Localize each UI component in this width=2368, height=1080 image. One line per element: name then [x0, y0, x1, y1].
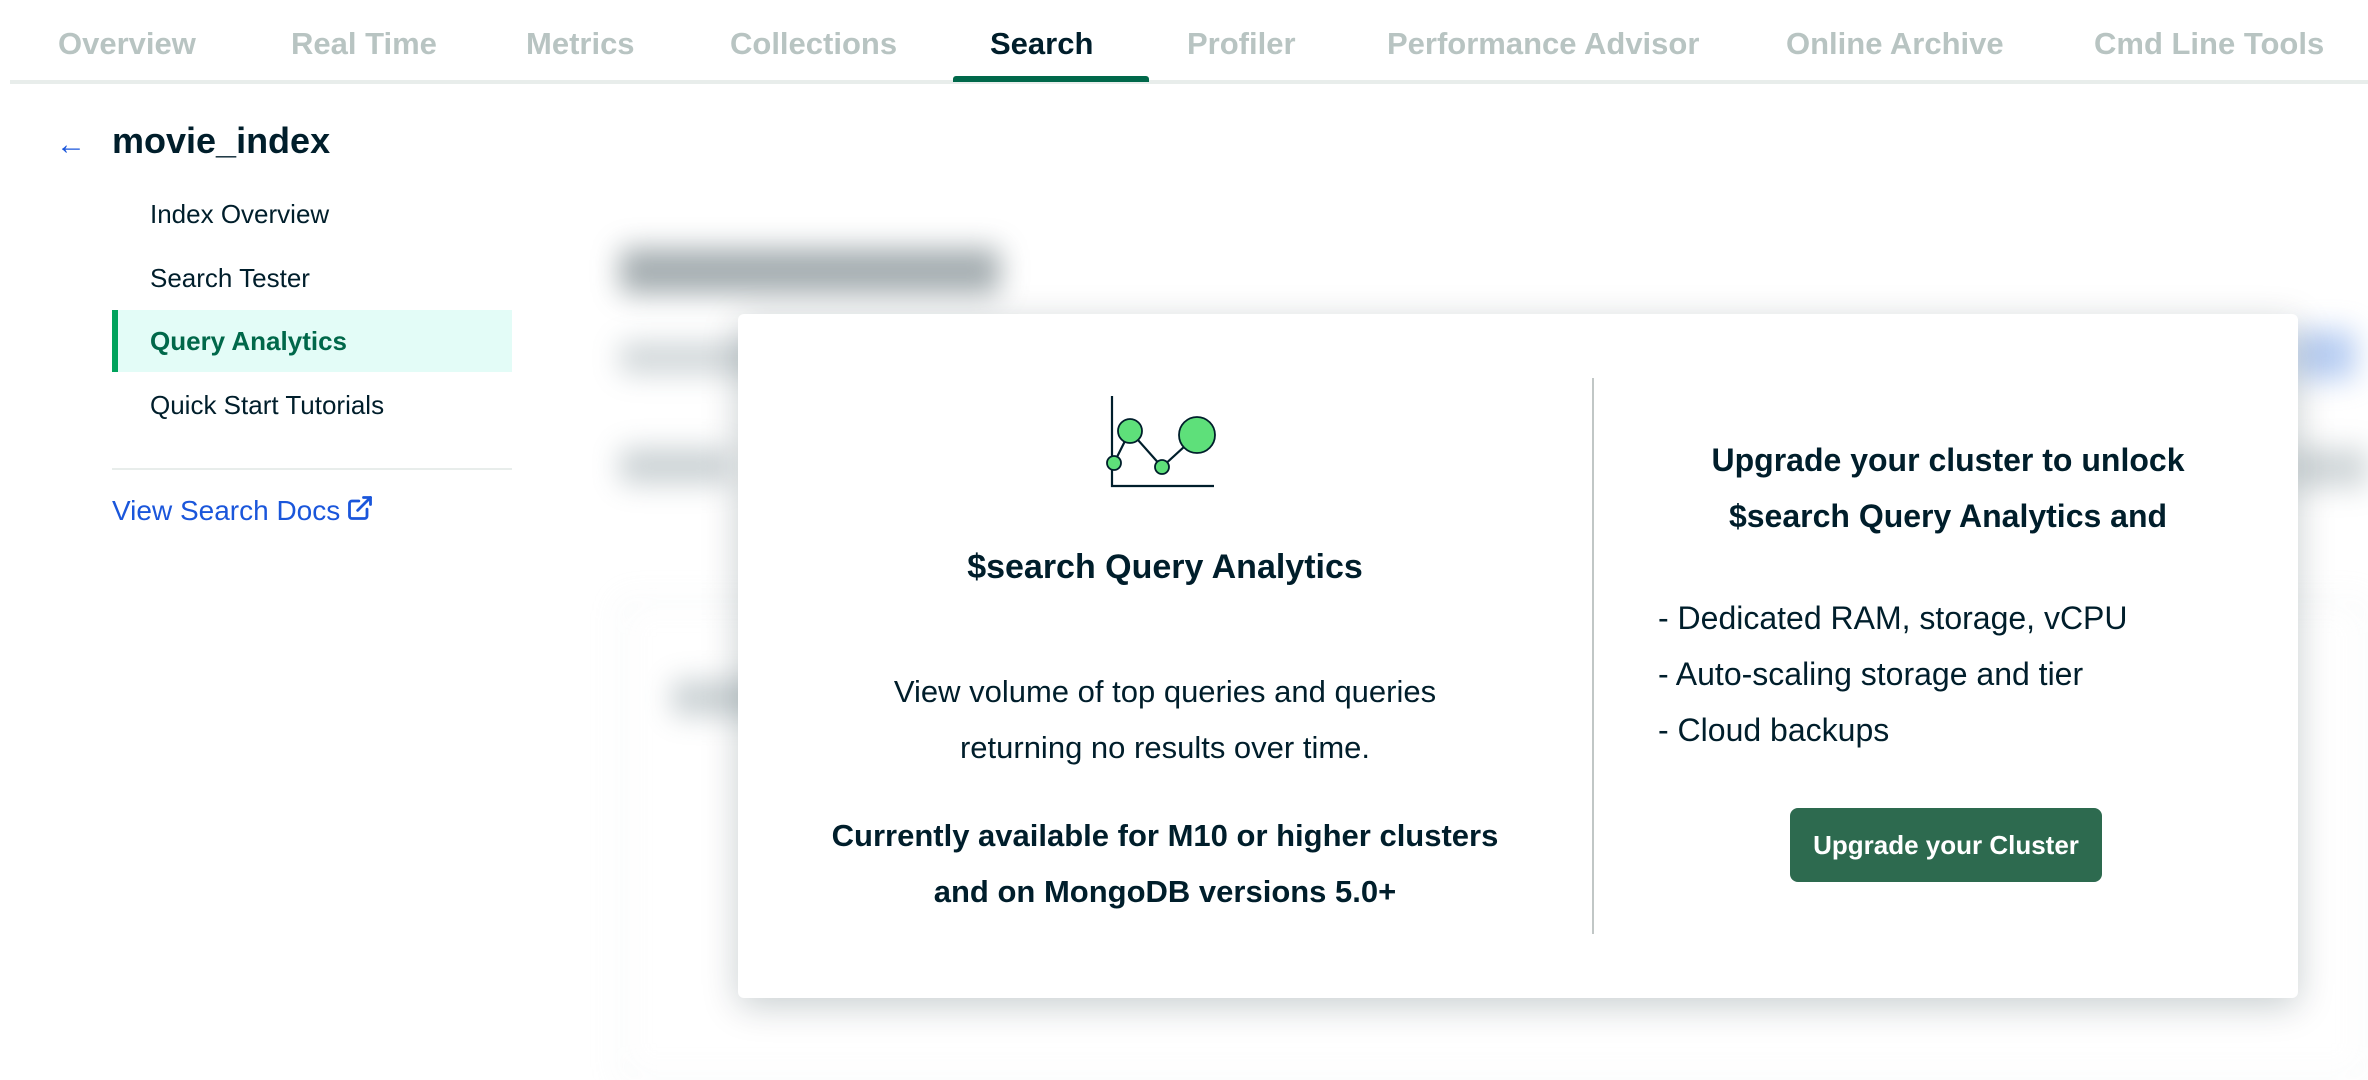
availability-note: Currently available for M10 or higher cl…	[798, 808, 1532, 920]
feature-description-line: returning no results over time.	[959, 730, 1371, 765]
benefits-list: - Dedicated RAM, storage, vCPU - Auto-sc…	[1658, 590, 2128, 758]
modal-divider	[1592, 378, 1594, 934]
tab-collections[interactable]: Collections	[730, 26, 897, 84]
blurred-text-line	[620, 448, 730, 484]
list-item: - Auto-scaling storage and tier	[1658, 656, 2084, 692]
tab-overview[interactable]: Overview	[58, 26, 196, 84]
list-item: - Dedicated RAM, storage, vCPU	[1658, 600, 2128, 636]
tab-profiler[interactable]: Profiler	[1187, 26, 1296, 84]
chart-line-icon	[1106, 396, 1216, 488]
tab-online-archive[interactable]: Online Archive	[1786, 26, 2004, 84]
view-search-docs-link[interactable]: View Search Docs	[112, 494, 374, 527]
feature-title: $search Query Analytics	[967, 548, 1363, 586]
arrow-left-icon[interactable]: ←	[56, 128, 86, 162]
sidebar-item-quick-start-tutorials[interactable]: Quick Start Tutorials	[112, 374, 512, 436]
list-item: - Cloud backups	[1658, 712, 1890, 748]
upgrade-heading-line: $search Query Analytics and	[1728, 498, 2168, 534]
upgrade-heading: Upgrade your cluster to unlock $search Q…	[1658, 432, 2238, 544]
docs-link-label: View Search Docs	[112, 495, 341, 526]
blurred-button	[2296, 330, 2356, 380]
top-tab-bar: Overview Real Time Metrics Collections S…	[10, 0, 2368, 84]
feature-description: View volume of top queries and queries r…	[838, 664, 1492, 776]
active-tab-indicator	[953, 76, 1149, 82]
availability-line: and on MongoDB versions 5.0+	[933, 874, 1397, 909]
tab-metrics[interactable]: Metrics	[526, 26, 635, 84]
upgrade-cluster-button[interactable]: Upgrade your Cluster	[1790, 808, 2102, 882]
sidebar-item-index-overview[interactable]: Index Overview	[112, 183, 512, 245]
upgrade-heading-line: Upgrade your cluster to unlock	[1711, 442, 2185, 478]
availability-line: Currently available for M10 or higher cl…	[831, 818, 1499, 853]
tab-cmd-line-tools[interactable]: Cmd Line Tools	[2094, 26, 2324, 84]
sidebar-item-query-analytics[interactable]: Query Analytics	[112, 310, 512, 372]
external-link-icon	[348, 496, 373, 520]
sidebar-divider	[112, 468, 512, 470]
index-name-title: movie_index	[112, 120, 331, 161]
tab-real-time[interactable]: Real Time	[291, 26, 437, 84]
feature-description-line: View volume of top queries and queries	[893, 674, 1437, 709]
upgrade-modal: $search Query Analytics View volume of t…	[738, 314, 2298, 998]
blurred-page-title	[620, 248, 1000, 294]
tab-performance-advisor[interactable]: Performance Advisor	[1387, 26, 1699, 84]
blurred-text-line	[2290, 448, 2368, 488]
sidebar-item-search-tester[interactable]: Search Tester	[112, 247, 512, 309]
